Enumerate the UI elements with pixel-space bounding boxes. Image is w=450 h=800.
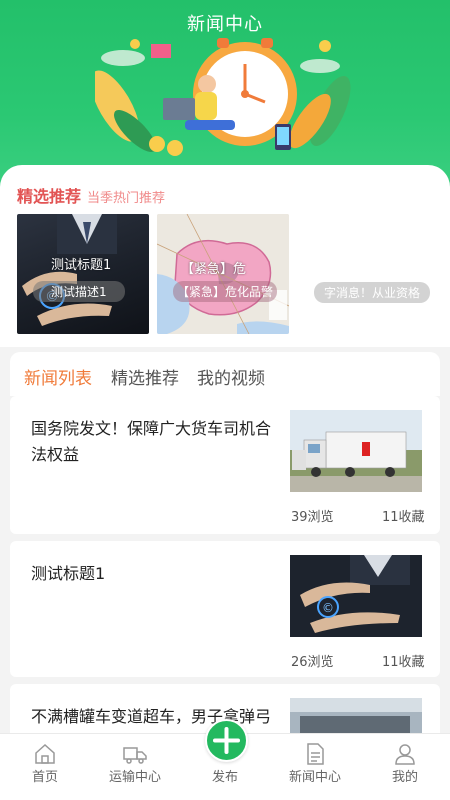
truck-image bbox=[290, 410, 422, 492]
svg-text:©: © bbox=[322, 601, 334, 615]
tab-news-center[interactable]: 新闻中心 bbox=[270, 734, 360, 800]
recommend-header: 精选推荐 当季热门推荐 bbox=[17, 183, 165, 207]
favorite-count: 11收藏 bbox=[382, 655, 425, 670]
recommend-card-2[interactable]: 【紧急】危 【紧急】危化品警 bbox=[157, 214, 289, 334]
news-title: 测试标题1 bbox=[31, 564, 106, 583]
page-title: 新闻中心 bbox=[187, 14, 263, 35]
card-title: 测试标题1 bbox=[51, 258, 112, 273]
document-icon bbox=[307, 743, 324, 765]
card-description-overflow: 字消息！从业资格 bbox=[314, 282, 431, 303]
tab-label: 新闻中心 bbox=[288, 770, 341, 785]
tab-my-videos[interactable]: 我的视频 bbox=[197, 364, 265, 389]
card-description: 【紧急】危化品警 bbox=[173, 281, 278, 302]
recommend-panel: 精选推荐当季热门推荐 © 测试标题1 测试描述1 【紧急】危 【紧急】危化品警 bbox=[0, 165, 450, 347]
news-list-item[interactable]: 国务院发文！保障广大货车司机合法权益 39浏览 11收藏 bbox=[10, 396, 440, 534]
recommend-card-1[interactable]: © 测试标题1 测试描述1 bbox=[17, 214, 149, 334]
business-hands-image: © bbox=[22, 214, 117, 326]
tab-news-list[interactable]: 新闻列表 bbox=[24, 364, 92, 389]
recommend-title: 精选推荐 bbox=[17, 187, 82, 206]
tab-label: 发布 bbox=[211, 770, 238, 785]
card-title: 【紧急】危 bbox=[181, 262, 247, 277]
view-count: 39浏览 bbox=[291, 510, 334, 525]
recommend-subtitle: 当季热门推荐 bbox=[87, 191, 166, 206]
business-hands-image: © bbox=[290, 555, 422, 637]
plus-icon bbox=[213, 727, 240, 754]
tab-recommend[interactable]: 精选推荐 bbox=[111, 364, 179, 389]
tab-mine[interactable]: 我的 bbox=[360, 734, 450, 800]
tab-transport-center[interactable]: 运输中心 bbox=[90, 734, 180, 800]
publish-button[interactable] bbox=[205, 719, 248, 762]
home-icon bbox=[35, 743, 55, 764]
news-title: 国务院发文！保障广大货车司机合法权益 bbox=[31, 419, 272, 464]
tab-label: 首页 bbox=[31, 770, 58, 785]
favorite-count: 11收藏 bbox=[382, 510, 425, 525]
view-count: 26浏览 bbox=[291, 655, 334, 670]
header-banner: 新闻中心 bbox=[0, 0, 450, 190]
tab-home[interactable]: 首页 bbox=[0, 734, 90, 800]
news-list-item[interactable]: 测试标题1 © 26浏览 11收藏 bbox=[10, 541, 440, 677]
card-description: 测试描述1 bbox=[33, 281, 125, 302]
hero-illustration bbox=[95, 38, 351, 156]
user-icon bbox=[395, 744, 415, 765]
tab-label: 运输中心 bbox=[108, 770, 161, 785]
truck-icon bbox=[123, 747, 147, 764]
tab-label: 我的 bbox=[391, 770, 418, 785]
news-tab-bar: 新闻列表 精选推荐 我的视频 bbox=[10, 352, 440, 396]
